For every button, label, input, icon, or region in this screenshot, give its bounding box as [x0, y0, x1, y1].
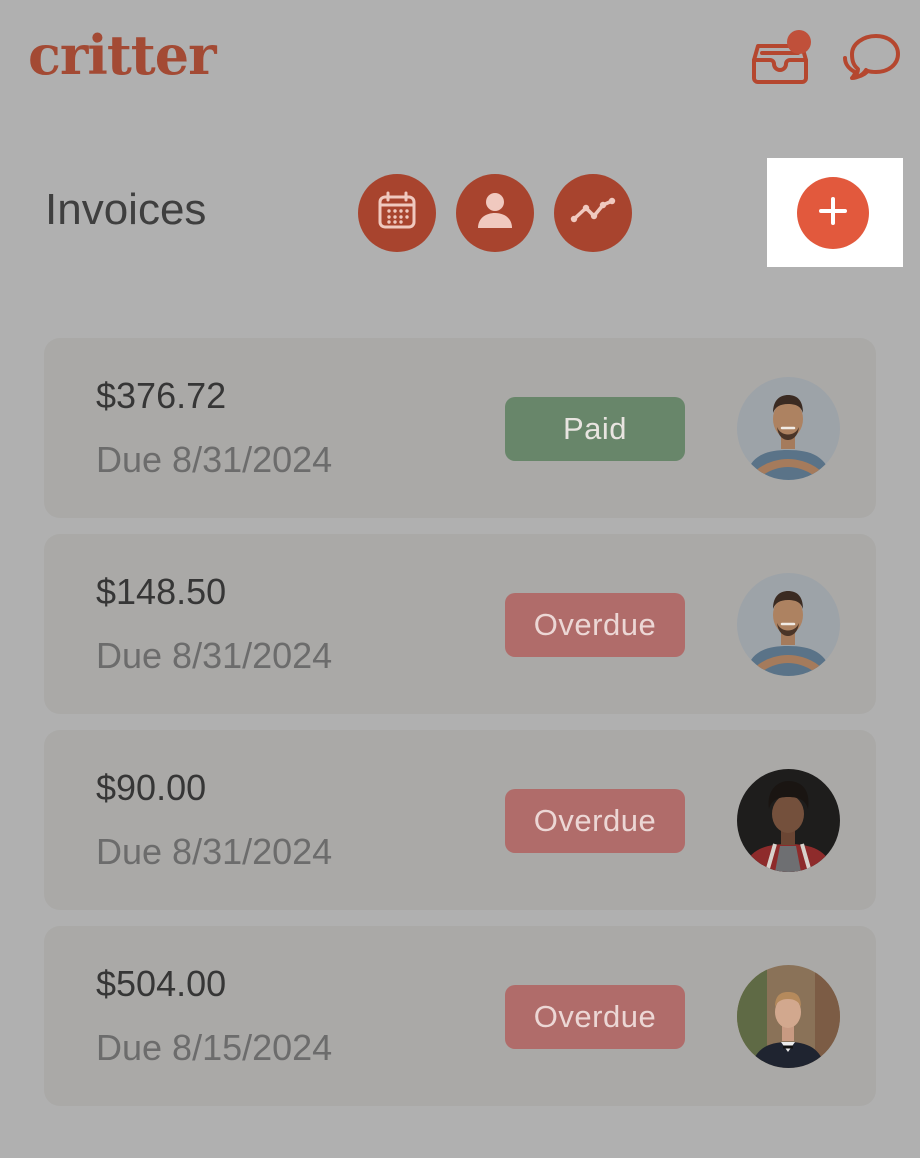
invoice-card[interactable]: $504.00 Due 8/15/2024 Overdue: [44, 926, 876, 1106]
invoice-due-date: Due 8/15/2024: [96, 1027, 333, 1068]
plus-icon: [815, 193, 851, 234]
avatar: [737, 573, 840, 676]
invoice-list: $376.72 Due 8/31/2024 Paid $148.50 Due 8…: [44, 338, 876, 1122]
status-badge: Overdue: [505, 789, 685, 853]
invoice-card[interactable]: $90.00 Due 8/31/2024 Overdue: [44, 730, 876, 910]
invoice-amount: $376.72: [96, 375, 227, 416]
chat-bubbles-icon[interactable]: [838, 30, 902, 94]
status-badge: Overdue: [505, 593, 685, 657]
avatar: [737, 769, 840, 872]
critter-logo[interactable]: critter: [28, 28, 217, 82]
avatar: [737, 965, 840, 1068]
invoice-amount: $504.00: [96, 963, 227, 1004]
calendar-icon: [375, 189, 419, 238]
calendar-button[interactable]: [358, 174, 436, 252]
add-invoice-button[interactable]: [797, 177, 869, 249]
trend-chart-icon: [568, 186, 618, 241]
user-icon: [472, 188, 518, 239]
user-button[interactable]: [456, 174, 534, 252]
invoice-card[interactable]: $376.72 Due 8/31/2024 Paid: [44, 338, 876, 518]
invoice-amount: $148.50: [96, 571, 227, 612]
status-badge: Overdue: [505, 985, 685, 1049]
invoices-screen: critter Invoices $376.72 Due 8/31/2024 P…: [0, 0, 920, 1158]
notification-dot: [787, 30, 811, 54]
status-badge: Paid: [505, 397, 685, 461]
invoice-due-date: Due 8/31/2024: [96, 439, 333, 480]
analytics-button[interactable]: [554, 174, 632, 252]
invoice-due-date: Due 8/31/2024: [96, 831, 333, 872]
avatar: [737, 377, 840, 480]
invoice-due-date: Due 8/31/2024: [96, 635, 333, 676]
invoice-card[interactable]: $148.50 Due 8/31/2024 Overdue: [44, 534, 876, 714]
page-title: Invoices: [45, 185, 207, 234]
invoice-amount: $90.00: [96, 767, 207, 808]
